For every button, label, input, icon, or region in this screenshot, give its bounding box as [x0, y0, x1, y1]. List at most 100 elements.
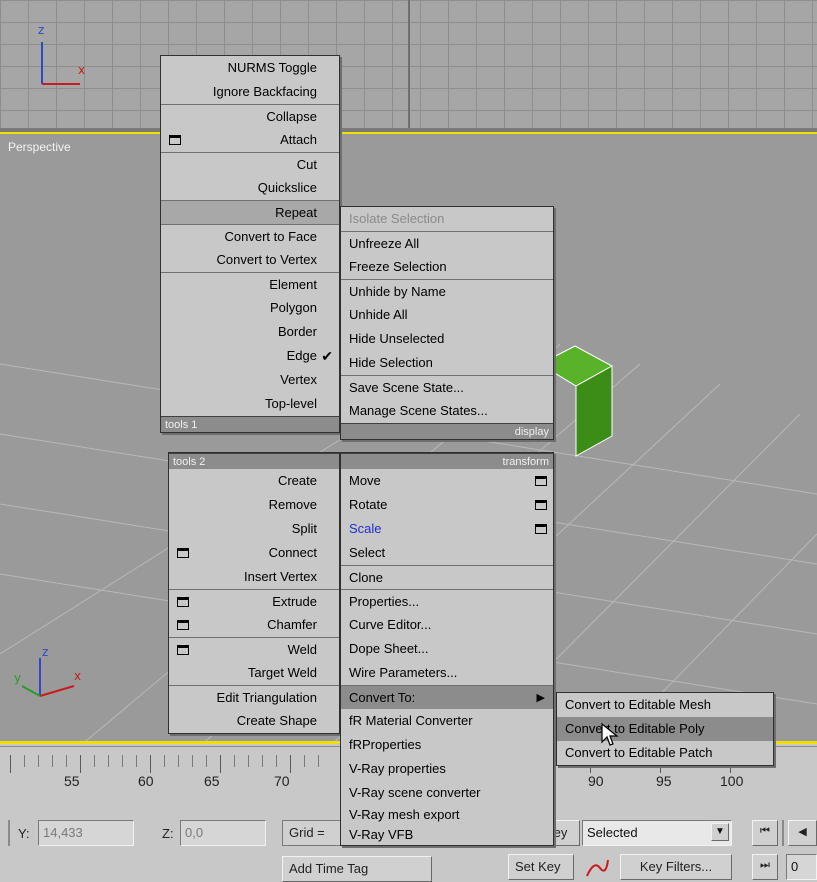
menu-item-cut[interactable]: Cut: [161, 152, 339, 176]
settings-box-icon[interactable]: [535, 476, 547, 486]
menu-item-wire-parameters[interactable]: Wire Parameters...: [341, 661, 553, 685]
timeline-label-95: 95: [656, 773, 672, 789]
y-coord-field[interactable]: 14,433: [38, 820, 134, 846]
menu-item-label: Chamfer: [267, 617, 317, 632]
menu-item-repeat[interactable]: Repeat: [161, 200, 339, 224]
menu-item-extrude[interactable]: Extrude: [169, 589, 339, 613]
menu-item-unhide-all[interactable]: Unhide All: [341, 303, 553, 327]
timeline-label-90: 90: [588, 773, 604, 789]
menu-item-convert-to-vertex[interactable]: Convert to Vertex: [161, 248, 339, 272]
key-mode-toggle-icon[interactable]: ⏭: [752, 854, 778, 880]
menu-item-chamfer[interactable]: Chamfer: [169, 613, 339, 637]
quad-header-display: display: [341, 423, 553, 439]
key-filters-button[interactable]: Key Filters...: [620, 854, 732, 880]
menu-item-curve-editor[interactable]: Curve Editor...: [341, 613, 553, 637]
timeline-label-100: 100: [720, 773, 744, 789]
menu-item-split[interactable]: Split: [169, 517, 339, 541]
menu-item-remove[interactable]: Remove: [169, 493, 339, 517]
menu-item-collapse[interactable]: Collapse: [161, 104, 339, 128]
settings-box-icon[interactable]: [177, 548, 189, 558]
menu-item-top-level[interactable]: Top-level: [161, 392, 339, 416]
quad-tools1: NURMS Toggle Ignore Backfacing Collapse …: [160, 55, 340, 433]
menu-item-label: Edge: [286, 348, 317, 363]
menu-item-convert-editable-mesh[interactable]: Convert to Editable Mesh: [557, 693, 773, 717]
menu-item-manage-scene-states[interactable]: Manage Scene States...: [341, 399, 553, 423]
menu-item-connect[interactable]: Connect: [169, 541, 339, 565]
menu-item-create[interactable]: Create: [169, 469, 339, 493]
z-coord-field[interactable]: 0,0: [180, 820, 266, 846]
menu-item-attach[interactable]: Attach: [161, 128, 339, 152]
top-axis-gizmo: z x: [38, 23, 85, 85]
timeline-label-60: 60: [138, 773, 154, 789]
menu-item-hide-selection[interactable]: Hide Selection: [341, 351, 553, 375]
quad-header-transform: transform: [341, 453, 553, 469]
settings-box-icon[interactable]: [169, 135, 181, 145]
quad-header-tools2: tools 2: [169, 453, 339, 469]
timeline-label-55: 55: [64, 773, 80, 789]
add-time-tag-button[interactable]: Add Time Tag: [282, 856, 432, 882]
menu-item-select[interactable]: Select: [341, 541, 553, 565]
settings-box-icon[interactable]: [535, 500, 547, 510]
menu-item-save-scene-state[interactable]: Save Scene State...: [341, 375, 553, 399]
menu-item-label: Move: [349, 473, 381, 488]
menu-item-frproperties[interactable]: fRProperties: [341, 733, 553, 757]
menu-item-freeze-selection[interactable]: Freeze Selection: [341, 255, 553, 279]
menu-item-isolate-selection[interactable]: Isolate Selection: [341, 207, 553, 231]
menu-item-move[interactable]: Move: [341, 469, 553, 493]
menu-item-unhide-by-name[interactable]: Unhide by Name: [341, 279, 553, 303]
menu-item-weld[interactable]: Weld: [169, 637, 339, 661]
menu-item-hide-unselected[interactable]: Hide Unselected: [341, 327, 553, 351]
menu-item-scale[interactable]: Scale: [341, 517, 553, 541]
settings-box-icon[interactable]: [535, 524, 547, 534]
menu-item-properties[interactable]: Properties...: [341, 589, 553, 613]
viewport-label[interactable]: Perspective: [8, 140, 71, 154]
menu-item-vray-scene-converter[interactable]: V-Ray scene converter: [341, 781, 553, 805]
menu-item-border[interactable]: Border: [161, 320, 339, 344]
menu-item-convert-editable-poly[interactable]: Convert to Editable Poly: [557, 717, 773, 741]
menu-item-dope-sheet[interactable]: Dope Sheet...: [341, 637, 553, 661]
settings-box-icon[interactable]: [177, 645, 189, 655]
prev-frame-icon[interactable]: ◀: [788, 820, 817, 846]
menu-item-target-weld[interactable]: Target Weld: [169, 661, 339, 685]
menu-item-element[interactable]: Element: [161, 272, 339, 296]
settings-box-icon[interactable]: [177, 620, 189, 630]
menu-item-label: Attach: [280, 132, 317, 147]
settings-box-icon[interactable]: [177, 597, 189, 607]
menu-item-quickslice[interactable]: Quickslice: [161, 176, 339, 200]
z-coord-label: Z:: [162, 826, 174, 841]
menu-item-nurms-toggle[interactable]: NURMS Toggle: [161, 56, 339, 80]
persp-axis-x-label: x: [74, 669, 81, 683]
menu-item-clone[interactable]: Clone: [341, 565, 553, 589]
mouse-cursor-icon: [601, 722, 619, 746]
curve-key-icon[interactable]: [584, 856, 610, 880]
grid-readout: Grid =: [282, 820, 342, 846]
menu-item-rotate[interactable]: Rotate: [341, 493, 553, 517]
menu-item-polygon[interactable]: Polygon: [161, 296, 339, 320]
menu-item-edge[interactable]: Edge ✔: [161, 344, 339, 368]
menu-item-convert-to-face[interactable]: Convert to Face: [161, 224, 339, 248]
frame-field[interactable]: 0: [786, 854, 817, 880]
go-to-start-icon[interactable]: ⏮: [752, 820, 778, 846]
viewport-divider[interactable]: [408, 0, 410, 128]
menu-item-vray-mesh-export[interactable]: V-Ray mesh export: [341, 805, 553, 825]
menu-item-fr-material-converter[interactable]: fR Material Converter: [341, 709, 553, 733]
menu-item-vray-vfb[interactable]: V-Ray VFB: [341, 825, 553, 845]
convert-to-submenu: Convert to Editable Mesh Convert to Edit…: [556, 692, 774, 766]
menu-item-convert-to[interactable]: Convert To: ▶: [341, 685, 553, 709]
dropdown-arrow-icon[interactable]: ▼: [711, 823, 729, 841]
menu-item-convert-editable-patch[interactable]: Convert to Editable Patch: [557, 741, 773, 765]
menu-item-vray-properties[interactable]: V-Ray properties: [341, 757, 553, 781]
menu-item-create-shape[interactable]: Create Shape: [169, 709, 339, 733]
set-key-button[interactable]: Set Key: [508, 854, 574, 880]
menu-item-vertex[interactable]: Vertex: [161, 368, 339, 392]
timeline-label-65: 65: [204, 773, 220, 789]
status-divider: [8, 820, 10, 846]
menu-item-insert-vertex[interactable]: Insert Vertex: [169, 565, 339, 589]
menu-item-unfreeze-all[interactable]: Unfreeze All: [341, 231, 553, 255]
quad-tools2: tools 2 Create Remove Split Connect Inse…: [168, 452, 340, 734]
axis-x-label: x: [78, 63, 85, 77]
submenu-arrow-icon: ▶: [536, 692, 545, 704]
menu-item-ignore-backfacing[interactable]: Ignore Backfacing: [161, 80, 339, 104]
key-mode-select[interactable]: Selected ▼: [582, 820, 732, 846]
menu-item-edit-triangulation[interactable]: Edit Triangulation: [169, 685, 339, 709]
